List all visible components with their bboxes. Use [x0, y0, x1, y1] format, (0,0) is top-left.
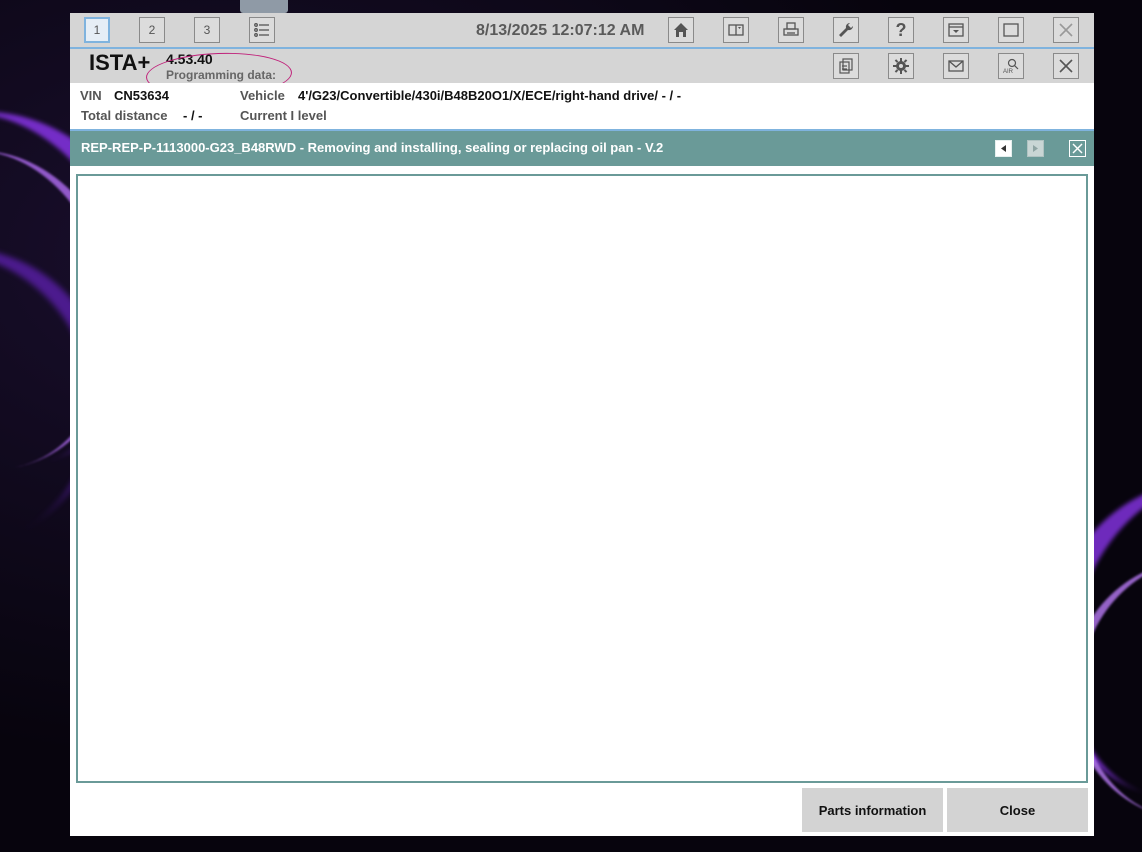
- vehicle-label: Vehicle: [240, 88, 285, 103]
- list-icon: [254, 23, 269, 37]
- help-icon: ?: [895, 19, 907, 40]
- document-title: REP-REP-P-1113000-G23_B48RWD - Removing …: [81, 140, 664, 155]
- air-search-icon: AIR: [1003, 58, 1019, 75]
- tab-session-3[interactable]: 3: [194, 17, 220, 43]
- home-icon: [674, 23, 688, 37]
- list-menu-button[interactable]: [249, 17, 275, 43]
- arrow-right-icon: [1033, 145, 1038, 152]
- documents-button[interactable]: [833, 53, 859, 79]
- vehicle-value: 4'/G23/Convertible/430i/B48B20O1/X/ECE/r…: [298, 88, 682, 103]
- tab-session-1[interactable]: 1: [84, 17, 110, 43]
- i-level-label: Current I level: [240, 108, 327, 123]
- maximize-button[interactable]: [998, 17, 1024, 43]
- home-button[interactable]: [668, 17, 694, 43]
- document-content-area[interactable]: [76, 174, 1088, 783]
- arrow-left-icon: [1001, 145, 1006, 152]
- close-button[interactable]: Close: [947, 788, 1088, 832]
- close-icon: [1072, 143, 1083, 154]
- document-title-bar: REP-REP-P-1113000-G23_B48RWD - Removing …: [70, 131, 1094, 166]
- settings-button[interactable]: [888, 53, 914, 79]
- service-tools-button[interactable]: [833, 17, 859, 43]
- dropdown-panel-icon: [948, 23, 964, 37]
- air-search-button[interactable]: AIR: [998, 53, 1024, 79]
- documents-icon: [839, 58, 853, 74]
- envelope-icon: [948, 60, 964, 72]
- previous-page-button[interactable]: [995, 140, 1012, 157]
- printer-icon: [783, 22, 799, 36]
- book-icon: [728, 24, 744, 36]
- gear-icon: [893, 58, 909, 74]
- close-icon: [1059, 23, 1073, 37]
- close-icon: [1059, 59, 1073, 73]
- main-toolbar: 1 2 3 8/13/2025 12:07:12 AM ?: [70, 13, 1094, 49]
- vin-label: VIN: [80, 88, 102, 103]
- workshop-manual-button[interactable]: [723, 17, 749, 43]
- maximize-icon: [1003, 23, 1019, 37]
- print-button[interactable]: [778, 17, 804, 43]
- wrench-icon: [839, 22, 854, 37]
- datetime-display: 8/13/2025 12:07:12 AM: [476, 22, 645, 39]
- svg-text:AIR: AIR: [1003, 69, 1014, 75]
- tray-app-icon[interactable]: [240, 0, 288, 13]
- ista-window: 1 2 3 8/13/2025 12:07:12 AM ? ISTA+ 4.53…: [70, 13, 1094, 836]
- minimize-menu-button[interactable]: [943, 17, 969, 43]
- total-distance-value: - / -: [183, 108, 203, 123]
- parts-information-button[interactable]: Parts information: [802, 788, 943, 832]
- header-bar: ISTA+ 4.53.40 Programming data: AIR: [70, 49, 1094, 100]
- close-session-button[interactable]: [1053, 53, 1079, 79]
- tab-session-2[interactable]: 2: [139, 17, 165, 43]
- next-page-button[interactable]: [1027, 140, 1044, 157]
- vehicle-info-panel: VIN CN53634 Vehicle 4'/G23/Convertible/4…: [70, 83, 1094, 131]
- window-close-button[interactable]: [1053, 17, 1079, 43]
- vin-value: CN53634: [114, 88, 169, 103]
- help-button[interactable]: ?: [888, 17, 914, 43]
- messages-button[interactable]: [943, 53, 969, 79]
- app-brand: ISTA+: [89, 50, 151, 75]
- document-close-button[interactable]: [1069, 140, 1086, 157]
- total-distance-label: Total distance: [81, 108, 168, 123]
